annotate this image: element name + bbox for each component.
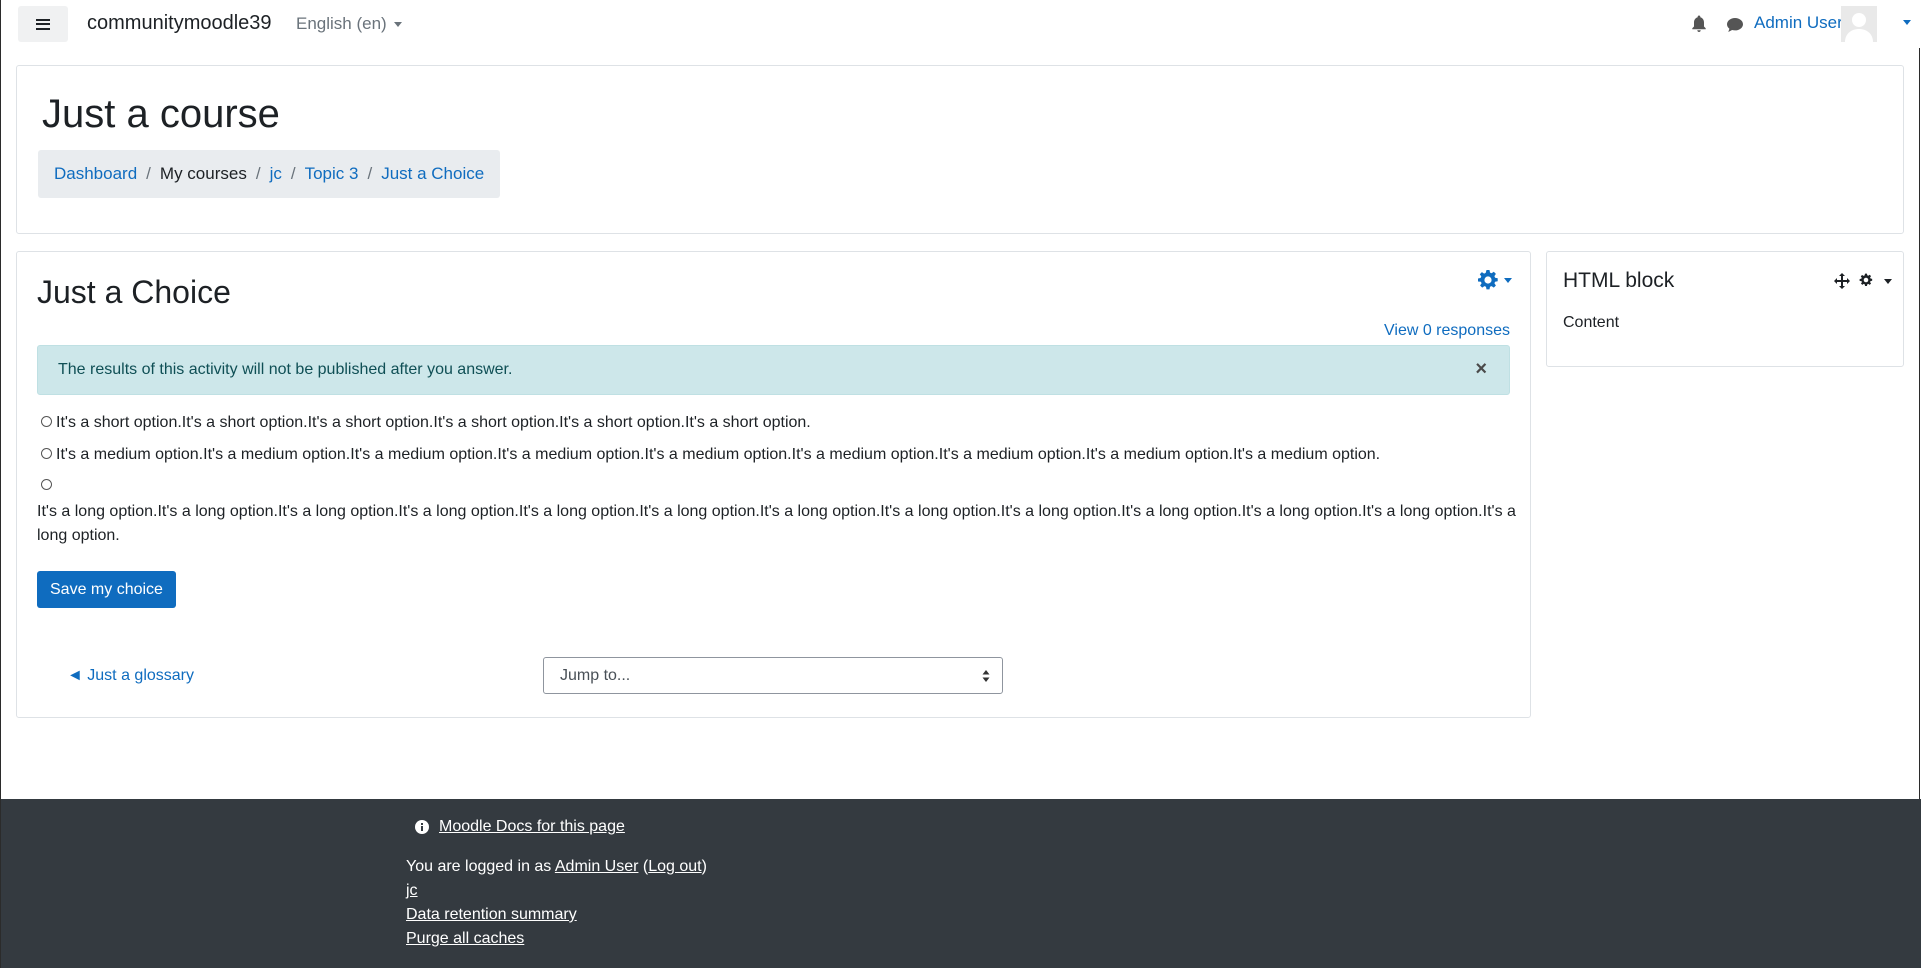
user-menu-chevron-icon[interactable] xyxy=(1903,20,1911,25)
gear-icon[interactable] xyxy=(1859,273,1873,287)
block-content: Content xyxy=(1563,314,1620,331)
radio-button[interactable] xyxy=(41,448,52,460)
jump-to-select[interactable]: Jump to... xyxy=(543,657,1003,694)
page-header: Just a course Dashboard / My courses / j… xyxy=(16,65,1904,234)
breadcrumb-separator: / xyxy=(146,164,151,183)
close-icon[interactable]: × xyxy=(1475,357,1487,381)
main-content: Just a Choice View 0 responses The resul… xyxy=(16,251,1531,718)
breadcrumb-dashboard[interactable]: Dashboard xyxy=(54,164,137,184)
option-label: It's a short option.It's a short option.… xyxy=(56,414,811,431)
gear-icon xyxy=(1478,270,1498,290)
move-icon[interactable] xyxy=(1834,273,1850,289)
breadcrumb-separator: / xyxy=(290,164,296,183)
bell-icon[interactable] xyxy=(1691,15,1707,33)
breadcrumb-current[interactable]: Just a Choice xyxy=(381,164,484,184)
data-retention-link[interactable]: Data retention summary xyxy=(406,906,577,924)
choice-option-long[interactable] xyxy=(37,477,56,495)
site-name-link[interactable]: communitymoodle39 xyxy=(87,12,272,35)
chevron-down-icon[interactable] xyxy=(1884,279,1892,284)
html-block: HTML block Content xyxy=(1546,251,1904,367)
radio-button[interactable] xyxy=(41,479,52,491)
purge-caches-link[interactable]: Purge all caches xyxy=(406,930,524,948)
alert-message: The results of this activity will not be… xyxy=(58,361,513,378)
breadcrumb-my-courses: My courses xyxy=(159,164,247,183)
choice-option-short[interactable]: It's a short option.It's a short option.… xyxy=(37,414,811,432)
chevron-down-icon xyxy=(393,22,402,28)
drawer-toggle-button[interactable] xyxy=(18,6,68,42)
close-paren: ) xyxy=(701,858,707,875)
chat-icon[interactable] xyxy=(1726,17,1744,33)
language-menu[interactable]: English (en) xyxy=(296,14,402,34)
footer-course-link[interactable]: jc xyxy=(406,882,418,900)
block-title: HTML block xyxy=(1563,269,1675,292)
moodle-docs-link-row: Moodle Docs for this page xyxy=(415,818,625,836)
jump-to-label: Jump to... xyxy=(560,667,631,684)
course-title: Just a course xyxy=(42,92,280,136)
radio-button[interactable] xyxy=(41,416,52,428)
choice-option-medium[interactable]: It's a medium option.It's a medium optio… xyxy=(37,446,1380,464)
avatar[interactable] xyxy=(1841,6,1877,42)
user-menu-name[interactable]: Admin User xyxy=(1754,13,1843,33)
chevron-down-icon xyxy=(1504,277,1512,283)
activity-settings-menu[interactable] xyxy=(1477,269,1512,291)
option-label: It's a medium option.It's a medium optio… xyxy=(56,446,1381,463)
hamburger-icon xyxy=(36,18,50,30)
save-choice-button[interactable]: Save my choice xyxy=(37,571,176,608)
breadcrumb-topic[interactable]: Topic 3 xyxy=(305,164,359,184)
breadcrumb-separator: / xyxy=(367,164,373,183)
previous-activity-link[interactable]: ◄ Just a glossary xyxy=(67,667,194,685)
breadcrumb-separator: / xyxy=(255,164,261,183)
page-footer: Moodle Docs for this page You are logged… xyxy=(1,799,1921,968)
breadcrumb: Dashboard / My courses / jc / Topic 3 / … xyxy=(38,150,501,198)
navbar: communitymoodle39 English (en) Admin Use… xyxy=(1,0,1921,48)
view-responses-link[interactable]: View 0 responses xyxy=(1384,322,1510,340)
logged-in-prefix: You are logged in as xyxy=(406,858,555,875)
moodle-docs-link[interactable]: Moodle Docs for this page xyxy=(439,818,625,836)
open-paren: ( xyxy=(638,858,649,875)
language-label: English (en) xyxy=(296,14,387,33)
avatar-icon xyxy=(1841,6,1877,42)
logout-link[interactable]: Log out xyxy=(648,858,701,875)
logged-in-info: You are logged in as Admin User (Log out… xyxy=(406,858,707,876)
info-alert: The results of this activity will not be… xyxy=(37,345,1510,395)
breadcrumb-jc[interactable]: jc xyxy=(270,164,282,184)
activity-title: Just a Choice xyxy=(37,274,231,310)
option-label: It's a long option.It's a long option.It… xyxy=(37,503,1516,544)
select-arrows-icon xyxy=(982,670,990,682)
info-icon xyxy=(415,820,429,834)
footer-user-link[interactable]: Admin User xyxy=(555,858,639,875)
